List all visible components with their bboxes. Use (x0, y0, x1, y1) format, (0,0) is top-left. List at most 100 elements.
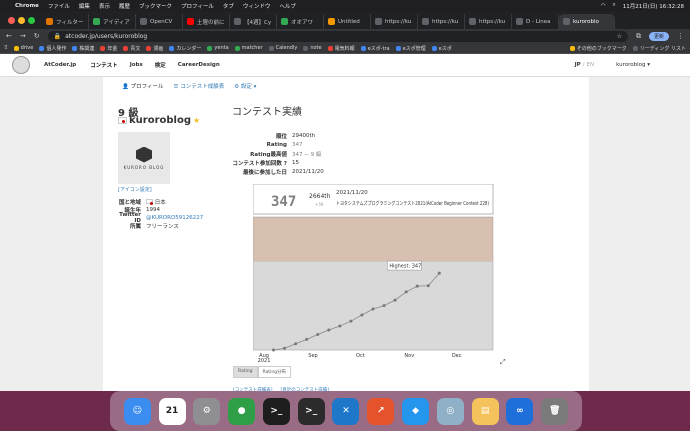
bookmark-label: eスポ管理 (402, 45, 426, 52)
tab-favicon-icon (187, 18, 194, 25)
dock-grapher-icon[interactable]: ↗ (367, 397, 395, 425)
x-tick-label: Oct (356, 353, 365, 359)
bookmark-item[interactable]: drive (13, 45, 33, 51)
reload-icon[interactable]: ↻ (34, 32, 40, 40)
browser-tab[interactable]: アイディア (89, 14, 136, 29)
minimize-window-button[interactable] (18, 17, 25, 24)
clock[interactable]: 11月21日(日) 16:32:28 (623, 2, 684, 10)
nav-jobs[interactable]: Jobs (130, 62, 143, 68)
bookmark-item[interactable]: 株関連 (72, 45, 94, 52)
back-icon[interactable]: ← (6, 32, 12, 40)
tab-contest-history[interactable]: ☰ コンテスト成績表 (174, 82, 225, 90)
browser-tab[interactable]: Untitled (324, 14, 371, 29)
browser-tab[interactable]: 土壇の前に (183, 14, 230, 29)
address-bar[interactable]: 🔒 atcoder.jp/users/kuroroblog ☆ (47, 30, 628, 42)
close-window-button[interactable] (8, 17, 15, 24)
menu-item[interactable]: タブ (223, 2, 234, 10)
avatar-logo-icon (136, 146, 152, 163)
bookmark-label: eスポ (438, 45, 452, 52)
nav-contest[interactable]: コンテスト (90, 61, 118, 69)
menu-item[interactable]: 履歴 (119, 2, 130, 10)
bookmark-item[interactable]: その他のブックマーク (569, 45, 627, 52)
dock-terminal-a-icon[interactable]: >_ (262, 397, 290, 425)
dock-finder-icon[interactable]: ☺ (123, 397, 151, 425)
zoom-window-button[interactable] (28, 17, 35, 24)
bookmark-item[interactable]: 青文 (123, 45, 140, 52)
menu-item[interactable]: ファイル (48, 2, 70, 10)
apps-icon[interactable]: ⠿ (4, 45, 8, 51)
profile-row: 国と地域 日本 (118, 199, 166, 206)
menu-item[interactable]: ブックマーク (139, 2, 172, 10)
wifi-icon[interactable]: ◠ (601, 3, 606, 9)
expand-icon[interactable]: ⤢ (500, 358, 506, 366)
twitter-link[interactable]: @KURORO59126227 (146, 215, 203, 221)
browser-tab[interactable]: 【4週】Cy (230, 14, 277, 29)
browser-tab[interactable]: オオアワ (277, 14, 324, 29)
update-button[interactable]: 更新 (648, 31, 669, 41)
dock-trash-icon[interactable]: 🗑 (541, 397, 569, 425)
bookmark-label: Calendly (275, 45, 298, 51)
dock-settings-icon[interactable]: ⚙ (193, 397, 221, 425)
user-menu[interactable]: kuroroblog ▾ (616, 62, 650, 68)
dock-terminal-b-icon[interactable]: >_ (297, 397, 325, 425)
dock-docker-icon[interactable]: ◆ (402, 397, 430, 425)
lang-en[interactable]: EN (587, 62, 595, 68)
app-menu[interactable]: Chrome (15, 3, 39, 9)
dock-preview-icon[interactable]: ◎ (436, 397, 464, 425)
dock-vscode-icon[interactable]: ✕ (332, 397, 360, 425)
menu-item[interactable]: ウィンドウ (243, 2, 271, 10)
bookmark-item[interactable]: eスポ管理 (395, 45, 426, 52)
browser-tab[interactable]: OpenCV (136, 14, 183, 29)
star-icon[interactable]: ☆ (617, 33, 622, 40)
rating-point (404, 290, 408, 294)
forward-icon[interactable]: → (20, 32, 26, 40)
icon-setting-link[interactable]: [アイコン設定] (118, 186, 152, 193)
bookmark-item[interactable]: リーディング リスト (632, 45, 686, 52)
username: kuroroblog (129, 115, 191, 126)
nav-careerdesign[interactable]: CareerDesign (178, 62, 220, 68)
tab-label: 土壇の前に (197, 19, 225, 26)
more-icon[interactable]: ⋮ (677, 32, 684, 40)
bookmark-item[interactable]: note (303, 45, 322, 51)
menu-item[interactable]: ヘルプ (279, 2, 296, 10)
bookmark-item[interactable]: カレンダー (169, 45, 201, 52)
macos-menubar: Chrome ファイル 編集 表示 履歴 ブックマーク プロフィール タブ ウィ… (0, 0, 690, 11)
tab-rating[interactable]: Rating (233, 366, 258, 378)
tab-label: https://ku (479, 18, 506, 25)
tab-rating-distribution[interactable]: Rating分布 (257, 366, 292, 378)
bookmark-item[interactable]: 年金 (100, 45, 117, 52)
dock-chrome-icon[interactable]: ● (228, 397, 256, 425)
search-icon[interactable]: ⌕ (613, 2, 616, 9)
dock-calendar-icon[interactable]: 21 (158, 397, 186, 425)
bookmark-item[interactable]: 個人発作 (39, 45, 66, 52)
bookmark-item[interactable]: Calendly (268, 45, 298, 51)
browser-tab[interactable]: https://ku (418, 14, 465, 29)
nav-kentei[interactable]: 検定 (155, 61, 166, 69)
bookmark-favicon-icon (303, 45, 309, 51)
bookmark-favicon-icon (39, 45, 45, 51)
browser-tab[interactable]: D - Linea (512, 14, 559, 29)
dock-infinity-icon[interactable]: ∞ (506, 397, 534, 425)
bookmark-item[interactable]: eスポ (431, 45, 452, 52)
browser-tab[interactable]: フィルター (42, 14, 89, 29)
tab-profile[interactable]: 👤 プロフィール (122, 82, 164, 90)
bookmark-item[interactable]: eスポ-tra (360, 45, 390, 52)
browser-tab[interactable]: https://ku (465, 14, 512, 29)
tab-settings[interactable]: ⚙ 設定 ▾ (234, 82, 256, 90)
lang-jp[interactable]: JP (575, 62, 581, 68)
browser-tab[interactable]: kuroroblo (559, 14, 615, 29)
dock-notes-icon[interactable]: ▤ (471, 397, 499, 425)
rating-chart[interactable]: 347 2664th +59 2021/11/20 トヨタシステムズプログラミン… (253, 184, 513, 366)
bookmark-item[interactable]: matcher (234, 45, 263, 51)
bookmark-item[interactable]: yenta (207, 45, 229, 51)
bookmark-label: 年金 (107, 45, 118, 52)
bookmark-item[interactable]: 電気料報 (327, 45, 355, 52)
menu-item[interactable]: 表示 (99, 2, 110, 10)
bookmark-item[interactable]: 漫画 (146, 45, 163, 52)
brand-link[interactable]: AtCoder.jp (44, 62, 76, 68)
menu-item[interactable]: 編集 (79, 2, 90, 10)
menu-item[interactable]: プロフィール (181, 2, 214, 10)
atcoder-logo[interactable] (12, 56, 30, 74)
extensions-icon[interactable]: ⧉ (636, 32, 641, 41)
browser-tab[interactable]: https://ku (371, 14, 418, 29)
